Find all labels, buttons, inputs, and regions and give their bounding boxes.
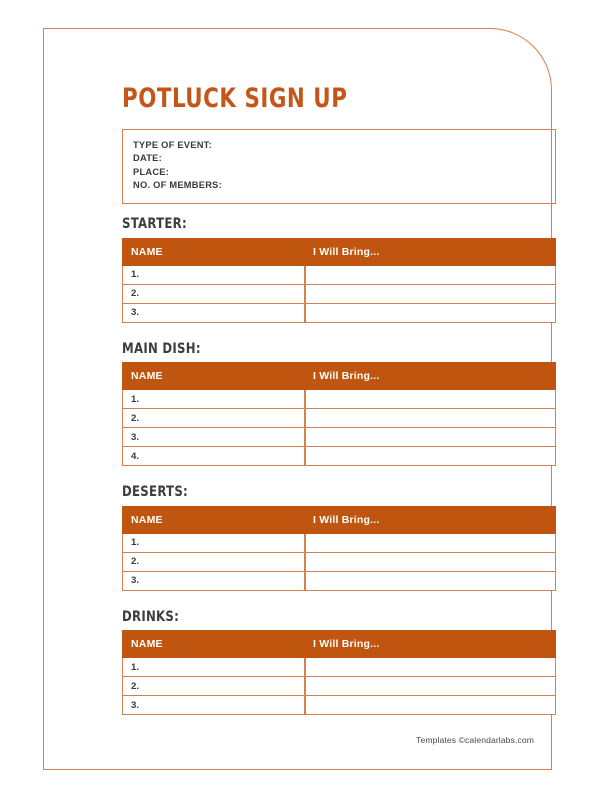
info-label-date: DATE: xyxy=(133,153,162,164)
bring-input-cell[interactable] xyxy=(305,533,556,553)
row-number: 3. xyxy=(122,571,305,591)
row-number: 1. xyxy=(122,390,305,410)
column-header-name: NAME xyxy=(122,630,305,659)
column-header-bring: I Will Bring... xyxy=(305,362,556,391)
bring-input-cell[interactable] xyxy=(305,552,556,572)
info-label-no-of-members: NO. OF MEMBERS: xyxy=(133,179,222,190)
table-row: 2. xyxy=(122,552,556,572)
table-header-row: NAME I Will Bring... xyxy=(122,362,556,391)
table-row: 1. xyxy=(122,390,556,410)
bring-input-cell[interactable] xyxy=(305,265,556,285)
bring-input-cell[interactable] xyxy=(305,390,556,410)
row-number: 4. xyxy=(122,447,305,467)
page-frame: POTLUCK SIGN UP TYPE OF EVENT: DATE: PLA… xyxy=(43,28,556,770)
table-row: 1. xyxy=(122,533,556,553)
section-starter: STARTER: NAME I Will Bring... 1. 2. 3. xyxy=(122,217,556,323)
table-header-row: NAME I Will Bring... xyxy=(122,630,556,659)
table-row: 1. xyxy=(122,265,556,285)
footer-credit: Templates ©calendarlabs.com xyxy=(416,735,534,745)
row-number: 1. xyxy=(122,658,305,678)
row-number: 2. xyxy=(122,677,305,697)
bring-input-cell[interactable] xyxy=(305,658,556,678)
row-number: 1. xyxy=(122,265,305,285)
bring-input-cell[interactable] xyxy=(305,428,556,448)
section-drinks: DRINKS: NAME I Will Bring... 1. 2. 3. xyxy=(122,610,556,716)
table-header-row: NAME I Will Bring... xyxy=(122,505,556,534)
table-header-row: NAME I Will Bring... xyxy=(122,237,556,266)
column-header-bring: I Will Bring... xyxy=(305,630,556,659)
signup-table-deserts: NAME I Will Bring... 1. 2. 3. xyxy=(122,505,556,591)
bring-input-cell[interactable] xyxy=(305,303,556,323)
column-header-name: NAME xyxy=(122,505,305,534)
row-number: 2. xyxy=(122,284,305,304)
row-number: 1. xyxy=(122,533,305,553)
info-label-place: PLACE: xyxy=(133,166,170,177)
section-deserts: DESERTS: NAME I Will Bring... 1. 2. 3. xyxy=(122,485,556,591)
row-number: 3. xyxy=(122,303,305,323)
table-row: 4. xyxy=(122,447,556,467)
table-row: 3. xyxy=(122,571,556,591)
bring-input-cell[interactable] xyxy=(305,447,556,467)
column-header-name: NAME xyxy=(122,237,305,266)
table-row: 3. xyxy=(122,696,556,716)
table-row: 2. xyxy=(122,677,556,697)
table-row: 3. xyxy=(122,303,556,323)
section-title-deserts: DESERTS: xyxy=(122,484,189,501)
bring-input-cell[interactable] xyxy=(305,677,556,697)
signup-table-starter: NAME I Will Bring... 1. 2. 3. xyxy=(122,237,556,323)
column-header-name: NAME xyxy=(122,362,305,391)
bring-input-cell[interactable] xyxy=(305,409,556,429)
column-header-bring: I Will Bring... xyxy=(305,237,556,266)
section-title-main-dish: MAIN DISH: xyxy=(122,340,201,357)
page-title: POTLUCK SIGN UP xyxy=(122,83,348,114)
row-number: 3. xyxy=(122,428,305,448)
event-info-box: TYPE OF EVENT: DATE: PLACE: NO. OF MEMBE… xyxy=(122,129,556,205)
bring-input-cell[interactable] xyxy=(305,696,556,716)
document-content: POTLUCK SIGN UP TYPE OF EVENT: DATE: PLA… xyxy=(122,83,556,716)
table-row: 1. xyxy=(122,658,556,678)
section-title-drinks: DRINKS: xyxy=(122,608,180,625)
column-header-bring: I Will Bring... xyxy=(305,505,556,534)
table-row: 2. xyxy=(122,409,556,429)
info-label-type-of-event: TYPE OF EVENT: xyxy=(133,140,212,150)
row-number: 2. xyxy=(122,409,305,429)
row-number: 3. xyxy=(122,696,305,716)
section-title-starter: STARTER: xyxy=(122,216,187,233)
signup-table-drinks: NAME I Will Bring... 1. 2. 3. xyxy=(122,630,556,716)
signup-table-main-dish: NAME I Will Bring... 1. 2. 3. 4. xyxy=(122,362,556,467)
table-row: 2. xyxy=(122,284,556,304)
bring-input-cell[interactable] xyxy=(305,571,556,591)
bring-input-cell[interactable] xyxy=(305,284,556,304)
section-main-dish: MAIN DISH: NAME I Will Bring... 1. 2. 3.… xyxy=(122,342,556,467)
row-number: 2. xyxy=(122,552,305,572)
table-row: 3. xyxy=(122,428,556,448)
